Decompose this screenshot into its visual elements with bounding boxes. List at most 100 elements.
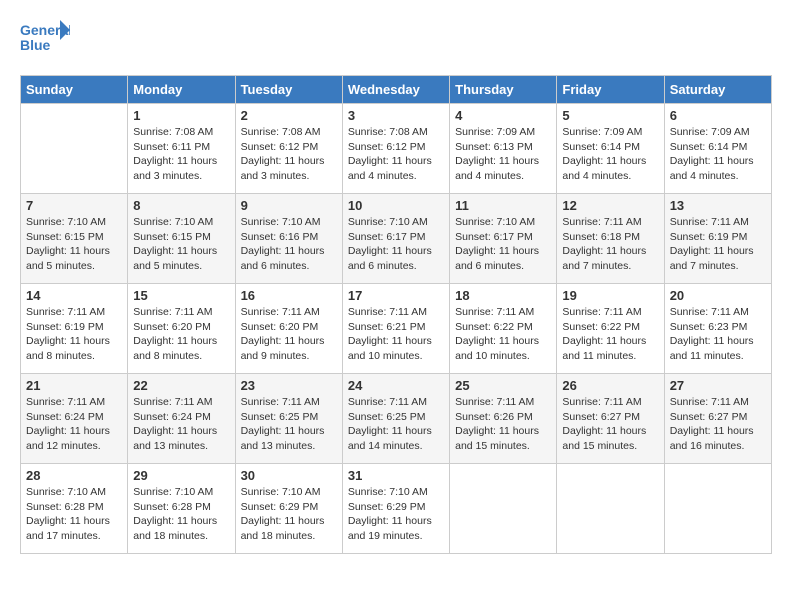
day-number: 12 — [562, 198, 658, 213]
header-cell-sunday: Sunday — [21, 76, 128, 104]
day-number: 31 — [348, 468, 444, 483]
day-cell — [557, 464, 664, 554]
day-number: 8 — [133, 198, 229, 213]
week-row-2: 14 Sunrise: 7:11 AM Sunset: 6:19 PM Dayli… — [21, 284, 772, 374]
day-info: Sunrise: 7:10 AM Sunset: 6:15 PM Dayligh… — [133, 215, 229, 274]
header-cell-friday: Friday — [557, 76, 664, 104]
day-info: Sunrise: 7:08 AM Sunset: 6:11 PM Dayligh… — [133, 125, 229, 184]
day-cell: 29 Sunrise: 7:10 AM Sunset: 6:28 PM Dayli… — [128, 464, 235, 554]
day-info: Sunrise: 7:10 AM Sunset: 6:16 PM Dayligh… — [241, 215, 337, 274]
day-number: 9 — [241, 198, 337, 213]
day-number: 2 — [241, 108, 337, 123]
day-cell: 8 Sunrise: 7:10 AM Sunset: 6:15 PM Daylig… — [128, 194, 235, 284]
day-number: 6 — [670, 108, 766, 123]
day-info: Sunrise: 7:10 AM Sunset: 6:28 PM Dayligh… — [26, 485, 122, 544]
day-number: 18 — [455, 288, 551, 303]
day-cell: 25 Sunrise: 7:11 AM Sunset: 6:26 PM Dayli… — [450, 374, 557, 464]
day-info: Sunrise: 7:08 AM Sunset: 6:12 PM Dayligh… — [348, 125, 444, 184]
day-number: 4 — [455, 108, 551, 123]
day-info: Sunrise: 7:11 AM Sunset: 6:26 PM Dayligh… — [455, 395, 551, 454]
day-cell: 18 Sunrise: 7:11 AM Sunset: 6:22 PM Dayli… — [450, 284, 557, 374]
day-cell: 13Sunrise: 7:11 AM Sunset: 6:19 PM Dayli… — [664, 194, 771, 284]
svg-text:Blue: Blue — [20, 37, 51, 53]
header-cell-monday: Monday — [128, 76, 235, 104]
day-cell: 19Sunrise: 7:11 AM Sunset: 6:22 PM Dayli… — [557, 284, 664, 374]
calendar-header-row: SundayMondayTuesdayWednesdayThursdayFrid… — [21, 76, 772, 104]
day-cell: 20 Sunrise: 7:11 AM Sunset: 6:23 PM Dayli… — [664, 284, 771, 374]
day-number: 24 — [348, 378, 444, 393]
day-cell: 9 Sunrise: 7:10 AM Sunset: 6:16 PM Daylig… — [235, 194, 342, 284]
day-number: 16 — [241, 288, 337, 303]
day-cell: 22 Sunrise: 7:11 AM Sunset: 6:24 PM Dayli… — [128, 374, 235, 464]
day-info: Sunrise: 7:11 AM Sunset: 6:25 PM Dayligh… — [241, 395, 337, 454]
day-number: 27 — [670, 378, 766, 393]
day-number: 14 — [26, 288, 122, 303]
day-info: Sunrise: 7:11 AM Sunset: 6:19 PM Dayligh… — [670, 215, 766, 274]
day-cell: 5Sunrise: 7:09 AM Sunset: 6:14 PM Daylig… — [557, 104, 664, 194]
day-info: Sunrise: 7:11 AM Sunset: 6:23 PM Dayligh… — [670, 305, 766, 364]
day-cell: 1 Sunrise: 7:08 AM Sunset: 6:11 PM Daylig… — [128, 104, 235, 194]
day-number: 10 — [348, 198, 444, 213]
header-cell-saturday: Saturday — [664, 76, 771, 104]
day-cell: 15 Sunrise: 7:11 AM Sunset: 6:20 PM Dayli… — [128, 284, 235, 374]
logo: General Blue — [20, 15, 70, 65]
day-number: 20 — [670, 288, 766, 303]
day-number: 1 — [133, 108, 229, 123]
day-cell: 4 Sunrise: 7:09 AM Sunset: 6:13 PM Daylig… — [450, 104, 557, 194]
day-number: 11 — [455, 198, 551, 213]
day-cell — [21, 104, 128, 194]
day-number: 22 — [133, 378, 229, 393]
day-cell: 31 Sunrise: 7:10 AM Sunset: 6:29 PM Dayli… — [342, 464, 449, 554]
day-number: 29 — [133, 468, 229, 483]
day-cell: 7Sunrise: 7:10 AM Sunset: 6:15 PM Daylig… — [21, 194, 128, 284]
day-cell: 26Sunrise: 7:11 AM Sunset: 6:27 PM Dayli… — [557, 374, 664, 464]
day-info: Sunrise: 7:11 AM Sunset: 6:24 PM Dayligh… — [26, 395, 122, 454]
day-info: Sunrise: 7:11 AM Sunset: 6:20 PM Dayligh… — [133, 305, 229, 364]
week-row-3: 21 Sunrise: 7:11 AM Sunset: 6:24 PM Dayli… — [21, 374, 772, 464]
day-number: 7 — [26, 198, 122, 213]
day-info: Sunrise: 7:11 AM Sunset: 6:27 PM Dayligh… — [670, 395, 766, 454]
day-info: Sunrise: 7:10 AM Sunset: 6:17 PM Dayligh… — [455, 215, 551, 274]
day-info: Sunrise: 7:11 AM Sunset: 6:19 PM Dayligh… — [26, 305, 122, 364]
day-info: Sunrise: 7:11 AM Sunset: 6:24 PM Dayligh… — [133, 395, 229, 454]
day-number: 28 — [26, 468, 122, 483]
day-cell: 10 Sunrise: 7:10 AM Sunset: 6:17 PM Dayli… — [342, 194, 449, 284]
day-info: Sunrise: 7:09 AM Sunset: 6:13 PM Dayligh… — [455, 125, 551, 184]
day-cell: 27 Sunrise: 7:11 AM Sunset: 6:27 PM Dayli… — [664, 374, 771, 464]
day-info: Sunrise: 7:09 AM Sunset: 6:14 PM Dayligh… — [670, 125, 766, 184]
day-info: Sunrise: 7:11 AM Sunset: 6:25 PM Dayligh… — [348, 395, 444, 454]
page-container: General Blue SundayMondayTuesdayWednesda… — [0, 0, 792, 564]
day-number: 30 — [241, 468, 337, 483]
day-cell: 24 Sunrise: 7:11 AM Sunset: 6:25 PM Dayli… — [342, 374, 449, 464]
day-number: 3 — [348, 108, 444, 123]
header-cell-tuesday: Tuesday — [235, 76, 342, 104]
day-cell — [450, 464, 557, 554]
day-cell: 14 Sunrise: 7:11 AM Sunset: 6:19 PM Dayli… — [21, 284, 128, 374]
day-info: Sunrise: 7:10 AM Sunset: 6:28 PM Dayligh… — [133, 485, 229, 544]
day-info: Sunrise: 7:09 AM Sunset: 6:14 PM Dayligh… — [562, 125, 658, 184]
day-info: Sunrise: 7:08 AM Sunset: 6:12 PM Dayligh… — [241, 125, 337, 184]
day-cell: 2 Sunrise: 7:08 AM Sunset: 6:12 PM Daylig… — [235, 104, 342, 194]
day-cell: 6 Sunrise: 7:09 AM Sunset: 6:14 PM Daylig… — [664, 104, 771, 194]
day-number: 21 — [26, 378, 122, 393]
day-cell: 28 Sunrise: 7:10 AM Sunset: 6:28 PM Dayli… — [21, 464, 128, 554]
day-info: Sunrise: 7:11 AM Sunset: 6:27 PM Dayligh… — [562, 395, 658, 454]
day-info: Sunrise: 7:10 AM Sunset: 6:17 PM Dayligh… — [348, 215, 444, 274]
day-cell — [664, 464, 771, 554]
day-number: 15 — [133, 288, 229, 303]
week-row-1: 7 Sunrise: 7:10 AM Sunset: 6:15 PM Daylig… — [21, 194, 772, 284]
header-cell-wednesday: Wednesday — [342, 76, 449, 104]
day-number: 25 — [455, 378, 551, 393]
logo-icon: General Blue — [20, 15, 70, 60]
day-number: 17 — [348, 288, 444, 303]
week-row-0: 1 Sunrise: 7:08 AM Sunset: 6:11 PM Daylig… — [21, 104, 772, 194]
day-cell: 23Sunrise: 7:11 AM Sunset: 6:25 PM Dayli… — [235, 374, 342, 464]
day-info: Sunrise: 7:11 AM Sunset: 6:21 PM Dayligh… — [348, 305, 444, 364]
header-cell-thursday: Thursday — [450, 76, 557, 104]
day-cell: 16Sunrise: 7:11 AM Sunset: 6:20 PM Dayli… — [235, 284, 342, 374]
day-info: Sunrise: 7:11 AM Sunset: 6:22 PM Dayligh… — [455, 305, 551, 364]
day-number: 19 — [562, 288, 658, 303]
day-info: Sunrise: 7:10 AM Sunset: 6:29 PM Dayligh… — [348, 485, 444, 544]
day-cell: 21 Sunrise: 7:11 AM Sunset: 6:24 PM Dayli… — [21, 374, 128, 464]
day-cell: 12Sunrise: 7:11 AM Sunset: 6:18 PM Dayli… — [557, 194, 664, 284]
